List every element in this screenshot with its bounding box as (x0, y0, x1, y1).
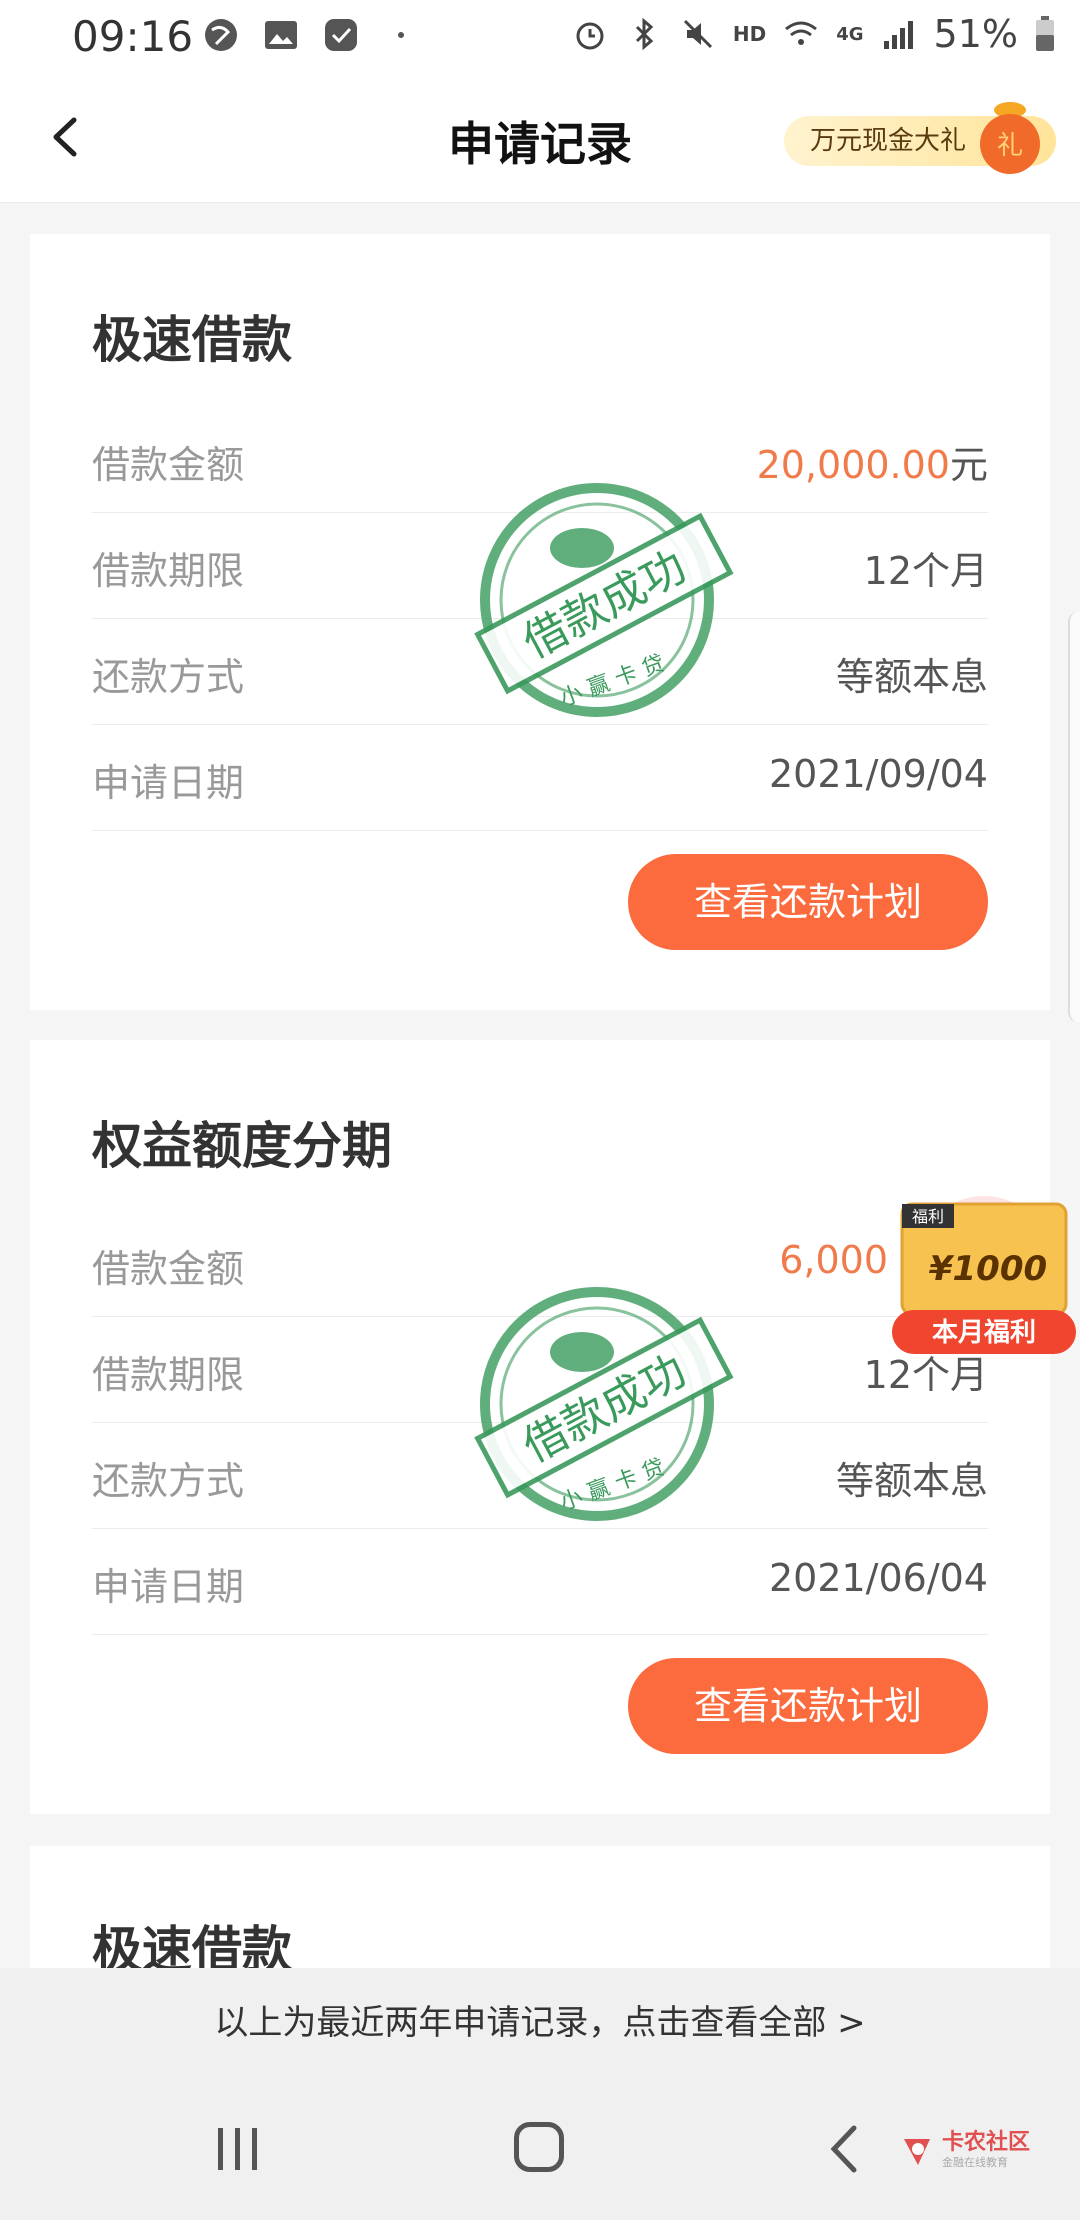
watermark-sub: 金融在线教育 (942, 2156, 1008, 2169)
battery-icon (1036, 16, 1054, 51)
status-icons: HD 4G 51% (571, 12, 1056, 56)
welfare-label: 本月福利 (932, 1318, 1036, 1348)
system-back-icon[interactable] (826, 2124, 862, 2174)
welfare-amount: ¥1000 (929, 1249, 1047, 1289)
bluetooth-icon (635, 17, 654, 51)
top-app-bar: 申请记录 万元现金大礼 礼 (0, 72, 1080, 203)
application-card-1: 极速借款 借款金额 20,000.00元 借款期限 12个月 还款方式 等额本息… (30, 234, 1050, 1010)
loan-success-stamp: 借款成功 小 赢 卡 贷 (474, 1287, 734, 1521)
browser-icon (205, 19, 237, 51)
kanong-logo-icon (904, 2139, 930, 2165)
system-nav-bar: 卡农社区 金融在线教育 (0, 2078, 1080, 2220)
hd-label: HD (732, 22, 767, 46)
signal-icon (883, 21, 913, 49)
row-value: 12个月 (863, 549, 988, 593)
amount-unit: 元 (949, 443, 988, 487)
cash-gift-promo-button[interactable]: 万元现金大礼 礼 (783, 102, 1056, 174)
application-date-row: 申请日期 2021/09/04 (92, 724, 988, 831)
card-title: 权益额度分期 (92, 1117, 392, 1175)
loan-success-stamp: 借款成功 小 赢 卡 贷 (474, 483, 734, 717)
recent-apps-icon[interactable] (214, 2124, 262, 2174)
row-label: 借款期限 (92, 1353, 245, 1397)
app-icon (325, 19, 357, 51)
row-label: 申请日期 (92, 761, 245, 805)
row-label: 还款方式 (92, 655, 245, 699)
gallery-icon (265, 21, 297, 49)
gift-bag-char: 礼 (997, 131, 1023, 161)
loan-amount: 20,000.00 (756, 443, 950, 487)
network-label: 4G (836, 23, 864, 45)
card-title: 极速借款 (92, 311, 292, 369)
promo-label: 万元现金大礼 (809, 126, 966, 156)
wifi-icon (785, 21, 818, 45)
row-value: 2021/06/04 (768, 1556, 988, 1600)
watermark-name: 卡农社区 (942, 2130, 1031, 2155)
kanong-watermark: 卡农社区 金融在线教育 (900, 2132, 1030, 2170)
welfare-tag: 福利 (912, 1207, 944, 1226)
loan-amount: 6,000 (779, 1238, 888, 1282)
row-value: 6,000 (779, 1238, 888, 1282)
dot-icon (398, 32, 404, 38)
row-label: 借款期限 (92, 549, 245, 593)
view-repayment-plan-button[interactable]: 查看还款计划 (628, 1658, 988, 1754)
row-value: 等额本息 (835, 1459, 988, 1503)
welfare-coupon-icon: 福利 ¥1000 本月福利 (892, 1196, 1076, 1354)
application-card-2: 权益额度分期 借款金额 6,000 借款期限 12个月 还款方式 等额本息 申请… (30, 1040, 1050, 1814)
notification-icons (202, 16, 420, 54)
monthly-welfare-badge[interactable]: 福利 ¥1000 本月福利 (888, 1190, 1080, 1360)
view-repayment-plan-button[interactable]: 查看还款计划 (628, 854, 988, 950)
application-date-row: 申请日期 2021/06/04 (92, 1528, 988, 1635)
status-time: 09:16 (72, 12, 194, 61)
row-label: 申请日期 (92, 1565, 245, 1609)
row-value: 2021/09/04 (768, 752, 988, 796)
home-icon[interactable] (514, 2122, 564, 2172)
row-label: 借款金额 (92, 1247, 245, 1291)
row-value: 20,000.00元 (757, 434, 988, 489)
view-all-records-link[interactable]: 以上为最近两年申请记录，点击查看全部 > (0, 1968, 1080, 2078)
row-label: 还款方式 (92, 1459, 245, 1503)
row-label: 借款金额 (92, 443, 245, 487)
mute-icon (683, 19, 712, 49)
scroll-indicator[interactable] (1068, 612, 1080, 1022)
status-bar: 09:16 HD 4G 51% (0, 0, 1080, 72)
row-value: 等额本息 (835, 655, 988, 699)
gift-bag-icon: 礼 (980, 102, 1040, 174)
battery-percent: 51% (933, 12, 1018, 56)
alarm-icon (576, 22, 604, 50)
